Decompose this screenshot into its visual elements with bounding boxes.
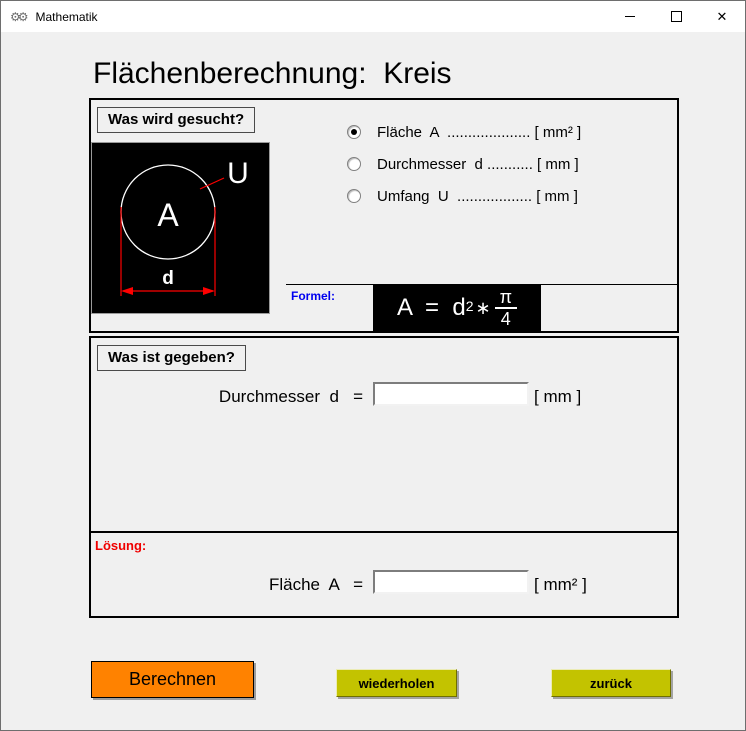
radio-icon[interactable] (347, 125, 361, 139)
close-icon: ✕ (716, 9, 728, 24)
given-field-label: Durchmesser d = (218, 387, 363, 406)
formula-numerator: π (494, 288, 518, 309)
diameter-input[interactable] (373, 382, 529, 406)
maximize-button[interactable] (653, 1, 699, 32)
gears-icon: ⚙⚙ (10, 9, 28, 24)
solution-divider (89, 531, 679, 533)
radio-option-umfang[interactable]: Umfang U .................. [ mm ] (341, 185, 578, 207)
formula-fraction: π4 (494, 288, 518, 329)
radio-icon[interactable] (347, 189, 361, 203)
window-title: Mathematik (35, 9, 98, 24)
area-input[interactable] (373, 570, 529, 594)
minimize-button[interactable] (607, 1, 653, 32)
radio-option-flaeche[interactable]: Fläche A .................... [ mm² ] (341, 121, 581, 143)
formel-label: Formel: (291, 289, 336, 303)
maximize-icon (670, 11, 682, 22)
given-header: Was ist gegeben? (97, 345, 246, 371)
formula-denominator: 4 (500, 309, 511, 329)
radio-option-durchmesser[interactable]: Durchmesser d ........... [ mm ] (341, 153, 579, 175)
solution-unit: [ mm² ] (534, 575, 587, 594)
wiederholen-button[interactable]: wiederholen (336, 669, 457, 697)
minimize-icon (625, 16, 635, 17)
berechnen-button[interactable]: Berechnen (91, 661, 254, 698)
window-controls: ✕ (607, 1, 745, 32)
radio-label-durchmesser: Durchmesser d ........... [ mm ] (377, 155, 579, 173)
title-bar: ⚙⚙ Mathematik ✕ (1, 1, 745, 32)
formula-operator: ∗ (475, 297, 491, 318)
area-label: A (157, 197, 179, 233)
page-title: Flächenberechnung: Kreis (93, 57, 452, 90)
radio-icon[interactable] (347, 157, 361, 171)
circumference-label: U (227, 157, 249, 190)
formula-exponent: 2 (465, 298, 474, 314)
solution-field-label: Fläche A = (268, 575, 363, 594)
sought-header: Was wird gesucht? (97, 107, 256, 133)
given-unit: [ mm ] (534, 387, 582, 406)
formula-lhs: A = d (396, 294, 466, 321)
app-window: ⚙⚙ Mathematik ✕ Flächenberechnung: Kreis… (0, 0, 746, 731)
close-button[interactable]: ✕ (699, 1, 745, 32)
solution-header: Lösung: (95, 538, 147, 553)
circle-diagram: A U d (91, 142, 270, 314)
diameter-label: d (162, 268, 174, 289)
radio-label-flaeche: Fläche A .................... [ mm² ] (377, 123, 582, 141)
radio-label-umfang: Umfang U .................. [ mm ] (377, 187, 578, 205)
zurueck-button[interactable]: zurück (551, 669, 671, 697)
formula-box: A = d 2 ∗ π 4 (373, 284, 541, 332)
